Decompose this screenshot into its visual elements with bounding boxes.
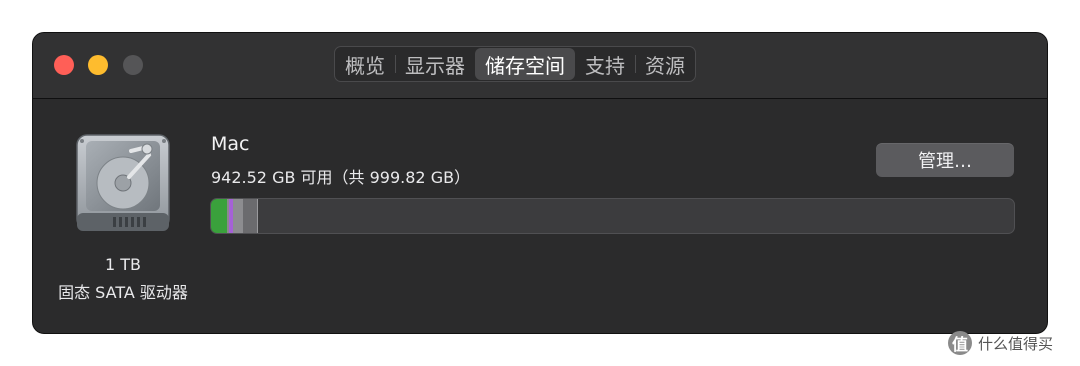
zoom-window-button[interactable] [123,55,143,75]
watermark-logo-icon: 值 [948,331,972,355]
title-bar: 概览 显示器 储存空间 支持 资源 [33,33,1047,99]
usage-segment-other [233,199,243,233]
tab-service[interactable]: 资源 [635,47,695,81]
disk-type-label: 固态 SATA 驱动器 [58,283,188,302]
manage-button[interactable]: 管理… [876,143,1014,177]
storage-usage-bar [210,198,1015,234]
tab-bar: 概览 显示器 储存空间 支持 资源 [334,46,696,82]
close-window-button[interactable] [54,55,74,75]
usage-segment-system [243,199,258,233]
watermark-text: 什么值得买 [978,334,1054,353]
tab-displays[interactable]: 显示器 [395,47,475,81]
volume-name: Mac [211,133,250,155]
storage-used-segments [211,199,258,233]
tab-support[interactable]: 支持 [575,47,635,81]
volume-availability: 942.52 GB 可用（共 999.82 GB） [211,168,471,187]
tab-overview[interactable]: 概览 [335,47,395,81]
minimize-window-button[interactable] [88,55,108,75]
watermark: 值 什么值得买 [948,328,1053,358]
tab-storage[interactable]: 储存空间 [475,48,575,80]
disk-capacity-label: 1 TB [104,255,141,274]
hard-drive-icon [76,134,170,231]
usage-segment-apps [211,199,227,233]
about-this-mac-window: 概览 显示器 储存空间 支持 资源 1 TB 固态 SATA 驱动器 Mac 9… [32,32,1048,334]
